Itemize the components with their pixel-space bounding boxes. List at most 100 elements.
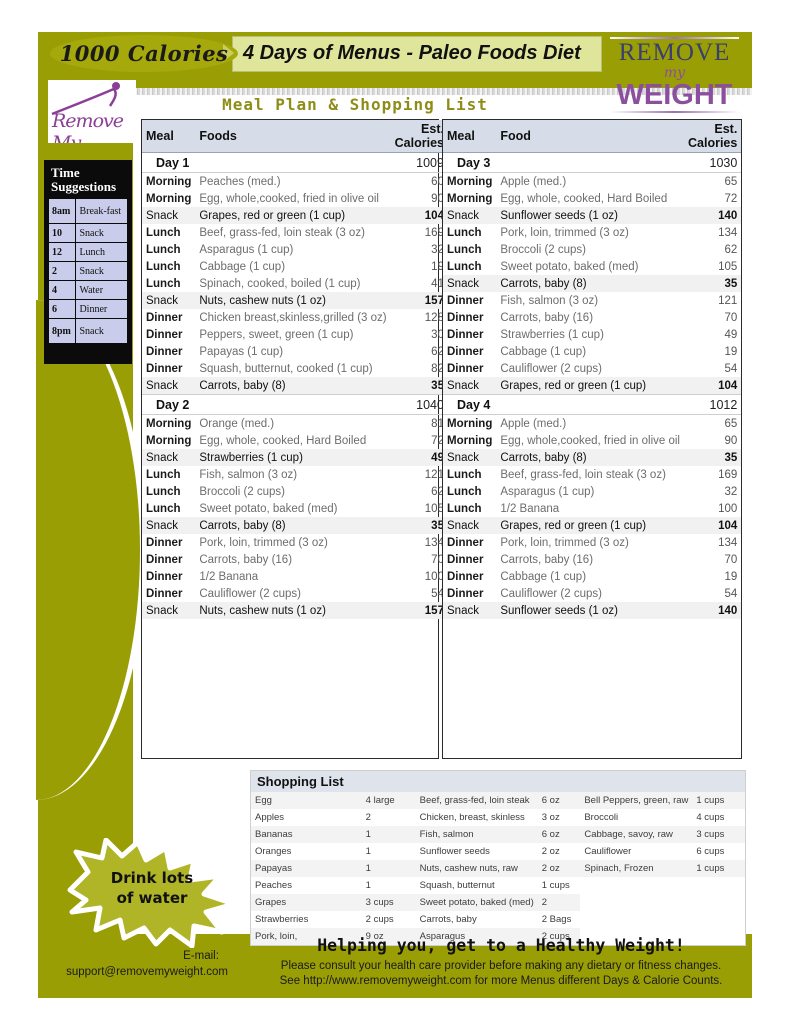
food-name: Orange (med.) — [199, 417, 275, 430]
food-name: 1/2 Banana — [500, 502, 560, 515]
shopping-item-quantity: 6 oz — [537, 792, 581, 809]
time-cell: 12 — [47, 242, 77, 262]
meal-type: Snack — [142, 517, 196, 534]
food-calories: 19 — [724, 345, 738, 358]
food-calories: 19 — [431, 260, 444, 273]
food-name: Pork, loin, trimmed (3 oz) — [500, 536, 629, 549]
day-total-calories: 1009 — [390, 152, 448, 173]
shopping-item-name: Broccoli — [584, 812, 619, 823]
activity-cell: Snack — [75, 261, 128, 281]
time-cell: 10 — [47, 223, 77, 243]
footer-disclaimer-line2[interactable]: See http://www.removemyweight.com for mo… — [258, 975, 744, 987]
food-name: Carrots, baby (16) — [500, 553, 594, 566]
food-name: Apple (med.) — [500, 417, 567, 430]
shopping-list-column: Beef, grass-fed, loin steak 6 oz Chicken, … — [415, 792, 581, 945]
food-calories: 134 — [424, 536, 444, 549]
meal-type: Lunch — [447, 502, 482, 515]
shopping-item-name: Spinach, Frozen — [580, 860, 693, 877]
food-name: Pork, loin, trimmed (3 oz) — [199, 536, 328, 549]
meal-row: Dinner Carrots, baby (16) 70 — [443, 551, 741, 568]
meal-row: Lunch Broccoli (2 cups) 62 — [443, 241, 741, 258]
meal-row: Dinner Cauliflower (2 cups) 54 — [142, 585, 448, 602]
food-calories: 100 — [424, 570, 444, 583]
meal-row: Snack Grapes, red or green (1 cup) 104 — [142, 207, 448, 224]
meal-row: Snack Grapes, red or green (1 cup) 104 — [443, 517, 742, 534]
meal-type: Snack — [443, 207, 497, 224]
food-calories: 82 — [431, 362, 444, 375]
food-name: Grapes, red or green (1 cup) — [496, 517, 684, 534]
food-name: Carrots, baby (16) — [199, 553, 293, 566]
day-label: Day 2 — [142, 394, 196, 415]
food-name: Sweet potato, baked (med) — [500, 260, 639, 273]
meal-row: Lunch Fish, salmon (3 oz) 121 — [142, 466, 448, 483]
meal-row: Snack Grapes, red or green (1 cup) 104 — [443, 377, 742, 395]
meal-row: Dinner Cabbage (1 cup) 19 — [443, 343, 741, 360]
time-cell: 4 — [47, 280, 77, 300]
food-calories: 62 — [431, 485, 444, 498]
shopping-item-name: Cauliflower — [584, 846, 632, 857]
food-name: Egg, whole, cooked, Hard Boiled — [500, 192, 668, 205]
starburst-line1: Drink lots — [110, 869, 194, 887]
meal-row: Lunch Sweet potato, baked (med) 105 — [443, 258, 741, 275]
time-suggestion-row: 8am Break-fast — [47, 198, 128, 224]
shopping-item-quantity: 1 cups — [541, 880, 570, 891]
meal-type: Dinner — [447, 294, 484, 307]
food-name: Sweet potato, baked (med) — [199, 502, 338, 515]
food-name: Cauliflower (2 cups) — [500, 587, 602, 600]
meal-type: Morning — [146, 417, 192, 430]
meal-row: Dinner Cauliflower (2 cups) 54 — [443, 585, 741, 602]
meal-type: Lunch — [146, 468, 181, 481]
shopping-item-quantity: 1 — [361, 860, 416, 877]
food-calories: 128 — [424, 311, 444, 324]
meal-type: Dinner — [146, 362, 183, 375]
shopping-list-item-row: Cauliflower 6 cups — [580, 843, 745, 860]
food-name: Nuts, cashew nuts (1 oz) — [195, 292, 391, 309]
shopping-list-item-row: Oranges 1 — [251, 843, 416, 860]
food-name: Pork, loin, trimmed (3 oz) — [500, 226, 629, 239]
shopping-list-item-row: Carrots, baby 2 Bags — [416, 911, 581, 928]
meal-row: Dinner Pork, loin, trimmed (3 oz) 134 — [443, 534, 741, 551]
meal-type: Morning — [146, 175, 192, 188]
meal-row: Dinner Carrots, baby (16) 70 — [443, 309, 741, 326]
food-calories: 49 — [390, 449, 448, 466]
food-name: Peppers, sweet, green (1 cup) — [199, 328, 354, 341]
food-calories: 140 — [684, 207, 742, 224]
small-brand-logo: Remove My Weight — [48, 80, 136, 143]
email-address[interactable]: support@removemyweight.com — [38, 966, 256, 978]
meal-type: Lunch — [146, 277, 181, 290]
meal-type: Dinner — [146, 587, 183, 600]
food-name: Egg, whole,cooked, fried in olive oil — [500, 434, 680, 447]
food-name: Egg, whole,cooked, fried in olive oil — [199, 192, 379, 205]
meal-type: Morning — [447, 192, 493, 205]
day-label: Day 1 — [142, 152, 196, 173]
time-suggestions-box: Time Suggestions 8am Break-fast 10 Snack 12 L… — [44, 160, 132, 364]
column-header: Meal — [443, 120, 497, 153]
shopping-list-column: Egg 4 large Apples 2 Bananas 1 Oranges 1 Papayas… — [251, 792, 416, 945]
shopping-list-item-row: Egg 4 large — [251, 792, 416, 809]
food-name: Carrots, baby (8) — [195, 517, 391, 534]
meal-row: Snack Sunflower seeds (1 oz) 140 — [443, 207, 742, 224]
time-cell: 8am — [47, 198, 77, 224]
shopping-list-item-row: Beef, grass-fed, loin steak 6 oz — [415, 792, 581, 809]
day-spacer — [496, 394, 684, 415]
calories-badge-label: 1000 Calories — [59, 41, 229, 66]
column-header: Est. Calories — [390, 120, 448, 153]
food-calories: 169 — [718, 468, 738, 481]
food-calories: 72 — [724, 192, 738, 205]
food-name: Cauliflower (2 cups) — [500, 362, 602, 375]
meal-type: Dinner — [447, 553, 484, 566]
food-name: Carrots, baby (8) — [195, 377, 391, 395]
meal-row: Lunch Spinach, cooked, boiled (1 cup) 41 — [142, 275, 448, 292]
shopping-list-item-row: Sunflower seeds 2 oz — [416, 843, 581, 860]
shopping-item-quantity: 6 oz — [537, 826, 581, 843]
section-title: Meal Plan & Shopping List — [222, 95, 488, 114]
food-name: Grapes, red or green (1 cup) — [195, 207, 391, 224]
food-name: Fish, salmon (3 oz) — [500, 294, 599, 307]
time-suggestion-row: 6 Dinner — [47, 299, 128, 319]
shopping-item-name: Sweet potato, baked (med) — [415, 894, 538, 911]
shopping-item-quantity: 2 oz — [541, 846, 560, 857]
shopping-list-item-row: Broccoli 4 cups — [580, 809, 745, 826]
meal-type: Dinner — [447, 362, 484, 375]
food-calories: 90 — [431, 192, 444, 205]
food-calories: 30 — [431, 328, 444, 341]
